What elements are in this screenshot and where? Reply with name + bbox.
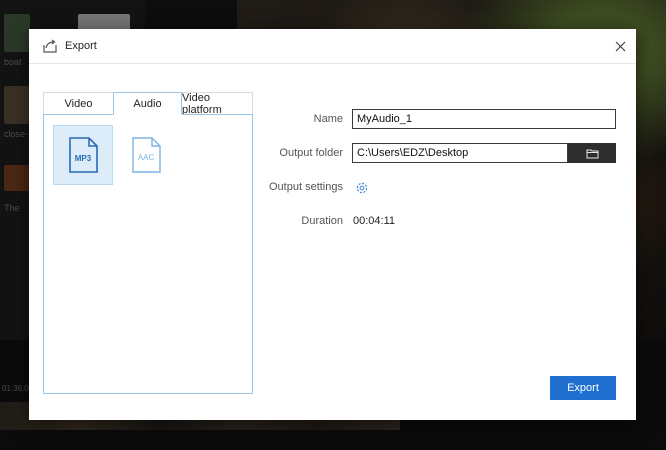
format-panel: MP3 AAC xyxy=(43,114,253,394)
close-button[interactable] xyxy=(608,34,632,58)
output-folder-input[interactable] xyxy=(352,143,568,163)
gear-icon[interactable] xyxy=(355,181,369,195)
format-label: AAC xyxy=(137,153,155,162)
format-label: MP3 xyxy=(74,154,92,163)
tab-video[interactable]: Video xyxy=(43,92,113,114)
tab-video-platform[interactable]: Video platform xyxy=(182,92,253,116)
output-folder-label: Output folder xyxy=(279,147,343,159)
export-dialog: Export Video Audio Video platform MP3 AA… xyxy=(29,29,636,420)
export-button[interactable]: Export xyxy=(550,376,616,400)
name-label: Name xyxy=(313,113,343,125)
close-icon xyxy=(615,41,625,51)
tab-audio[interactable]: Audio xyxy=(113,92,182,115)
output-settings-label: Output settings xyxy=(269,181,343,193)
format-mp3[interactable]: MP3 xyxy=(53,125,113,185)
browse-folder-button[interactable] xyxy=(568,143,616,163)
format-aac[interactable]: AAC xyxy=(116,125,176,185)
folder-icon xyxy=(586,149,598,158)
name-input[interactable] xyxy=(352,109,616,129)
export-arrow-icon xyxy=(43,39,57,53)
duration-label: Duration xyxy=(301,215,343,227)
duration-value: 00:04:11 xyxy=(353,215,396,227)
dialog-title-bar: Export xyxy=(29,29,636,64)
format-tabs: Video Audio Video platform xyxy=(43,92,253,116)
dialog-title: Export xyxy=(65,40,97,52)
